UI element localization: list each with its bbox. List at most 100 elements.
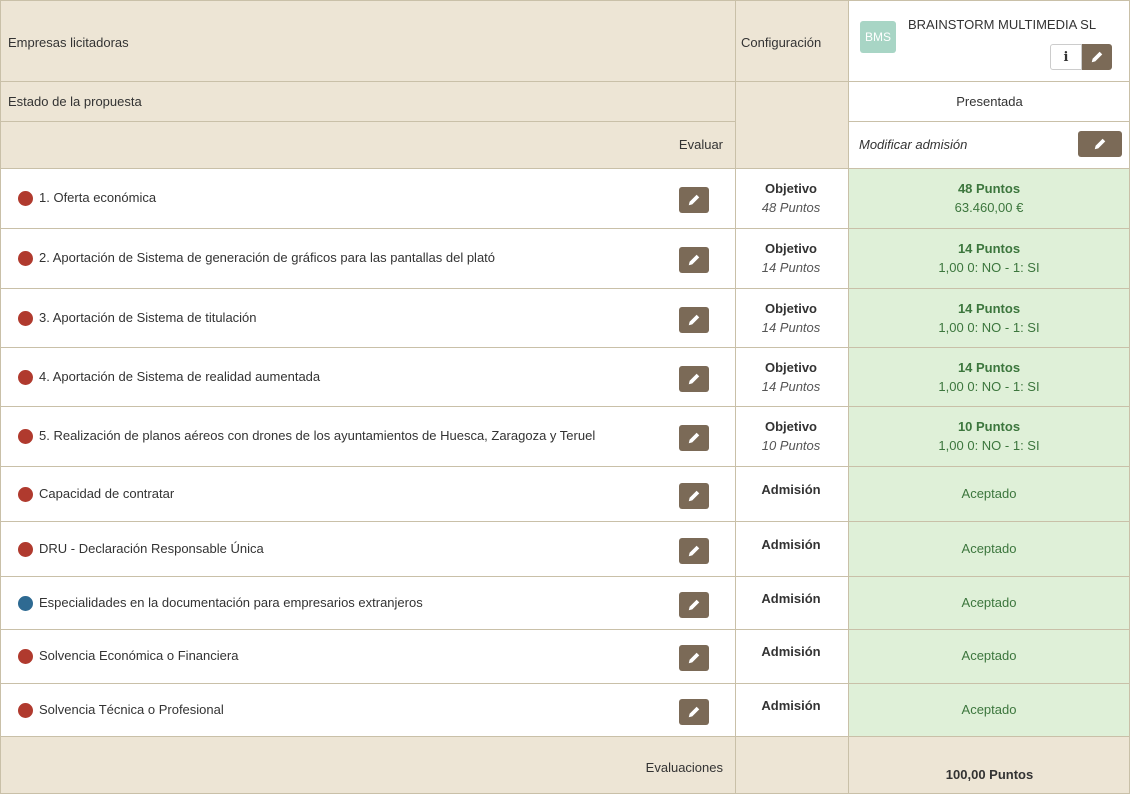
criterion-result: Aceptado: [961, 648, 1017, 663]
criterion-label: Solvencia Económica o Financiera: [39, 648, 239, 663]
edit-criterion-button[interactable]: [679, 365, 709, 392]
footer-config-cell: [736, 737, 849, 794]
pencil-icon: [688, 652, 700, 664]
status-dot-icon: [18, 310, 33, 326]
criterion-label: 3. Aportación de Sistema de titulación: [39, 309, 257, 325]
criterion-result: Aceptado: [961, 701, 1017, 717]
criterion-type: Admisión: [761, 697, 821, 713]
edit-criterion-button[interactable]: [679, 645, 709, 671]
info-icon: i: [1063, 49, 1069, 65]
edit-criterion-button[interactable]: [679, 482, 709, 509]
criterion-max-points: 10 Puntos: [761, 438, 821, 453]
config-header: Configuración: [741, 35, 822, 50]
evaluate-label: Evaluar: [678, 137, 723, 152]
criterion-type: Admisión: [761, 590, 821, 606]
edit-criterion-button[interactable]: [679, 537, 709, 564]
criterion-type: Objetivo: [764, 359, 817, 375]
edit-criterion-button[interactable]: [679, 591, 709, 618]
criterion-label: 5. Realización de planos aéreos con dron…: [39, 428, 596, 443]
criterion-label: 4. Aportación de Sistema de realidad aum…: [39, 368, 321, 384]
criterion-max-points: 48 Puntos: [761, 200, 821, 215]
criterion-value-cell: [849, 229, 1130, 289]
pencil-icon: [688, 194, 700, 206]
pencil-icon: [688, 254, 700, 266]
criterion-value-cell: [849, 407, 1130, 467]
criterion-type: Objetivo: [764, 181, 817, 196]
criterion-max-points: 14 Puntos: [761, 378, 821, 394]
edit-company-button[interactable]: [1082, 44, 1112, 70]
edit-criterion-button[interactable]: [679, 247, 709, 273]
pencil-icon: [688, 599, 700, 610]
criterion-type: Objetivo: [764, 300, 817, 316]
criterion-label: Especialidades en la documentación para …: [39, 594, 423, 610]
evaluation-table: Empresas licitadoras Configuración BMS B…: [0, 0, 1130, 794]
criterion-score: 14 Puntos: [957, 241, 1021, 256]
edit-criterion-button[interactable]: [679, 698, 709, 725]
config-empty-cell: [736, 82, 849, 169]
criterion-label: 1. Oferta económica: [39, 190, 157, 205]
edit-criterion-button[interactable]: [679, 425, 709, 451]
modify-admission-label: Modificar admisión: [859, 137, 968, 152]
pencil-icon: [1094, 138, 1106, 150]
criterion-score: 10 Puntos: [957, 419, 1021, 434]
criterion-detail: 63.460,00 €: [954, 200, 1024, 215]
criterion-config-cell: [736, 229, 849, 289]
criterion-type: Admisión: [761, 536, 821, 552]
status-value: Presentada: [956, 94, 1023, 109]
companies-header: Empresas licitadoras: [8, 35, 129, 50]
status-dot-icon: [18, 191, 33, 206]
criterion-label: Solvencia Técnica o Profesional: [39, 701, 224, 717]
criterion-result: Aceptado: [961, 540, 1017, 556]
criterion-type: Admisión: [761, 481, 821, 497]
status-dot-icon: [18, 369, 33, 385]
status-dot-icon: [18, 486, 33, 502]
edit-criterion-button[interactable]: [679, 187, 709, 213]
criterion-config-cell: [736, 407, 849, 467]
info-button[interactable]: i: [1050, 44, 1082, 70]
criterion-max-points: 14 Puntos: [761, 260, 821, 275]
criterion-result: Aceptado: [961, 594, 1017, 610]
criterion-config-cell: [736, 169, 849, 229]
criterion-value-cell: [849, 169, 1130, 229]
total-points: 100,00 Puntos: [945, 767, 1034, 782]
criterion-score: 14 Puntos: [957, 359, 1021, 375]
pencil-icon: [688, 706, 700, 717]
status-dot-icon: [18, 251, 33, 266]
criterion-type: Admisión: [761, 644, 821, 659]
criterion-label: DRU - Declaración Responsable Única: [39, 540, 264, 556]
criterion-type: Objetivo: [764, 241, 817, 256]
status-dot-icon: [18, 702, 33, 718]
criterion-config-cell: [736, 289, 849, 348]
criterion-max-points: 14 Puntos: [761, 319, 821, 335]
status-dot-icon: [18, 429, 33, 444]
criterion-config-cell: [736, 348, 849, 407]
footer-label: Evaluaciones: [645, 760, 723, 775]
criterion-detail: 1,00 0: NO - 1: SI: [938, 438, 1040, 453]
modify-admission-button[interactable]: [1078, 131, 1122, 157]
pencil-icon: [688, 314, 700, 325]
criterion-type: Objetivo: [764, 419, 817, 434]
pencil-icon: [688, 432, 700, 444]
pencil-icon: [688, 545, 700, 556]
criterion-value-cell: [849, 289, 1130, 348]
status-dot-icon: [18, 649, 33, 664]
edit-criterion-button[interactable]: [679, 306, 709, 333]
criterion-detail: 1,00 0: NO - 1: SI: [938, 378, 1040, 394]
status-label: Estado de la propuesta: [8, 94, 142, 109]
criterion-label: Capacidad de contratar: [39, 485, 175, 501]
criterion-detail: 1,00 0: NO - 1: SI: [938, 260, 1040, 275]
footer-total-cell: [849, 737, 1130, 794]
criterion-label: 2. Aportación de Sistema de generación d…: [39, 250, 496, 265]
company-name: BRAINSTORM MULTIMEDIA SL: [908, 17, 1097, 32]
criterion-detail: 1,00 0: NO - 1: SI: [938, 319, 1040, 335]
criterion-score: 48 Puntos: [957, 181, 1021, 196]
status-dot-icon: [18, 541, 33, 557]
pencil-icon: [688, 490, 700, 501]
company-logo: BMS: [860, 21, 896, 53]
criterion-value-cell: [849, 348, 1130, 407]
criterion-score: 14 Puntos: [957, 300, 1021, 316]
pencil-icon: [1091, 51, 1103, 63]
criterion-result: Aceptado: [961, 485, 1017, 501]
pencil-icon: [688, 373, 700, 384]
status-dot-icon: [18, 595, 33, 611]
